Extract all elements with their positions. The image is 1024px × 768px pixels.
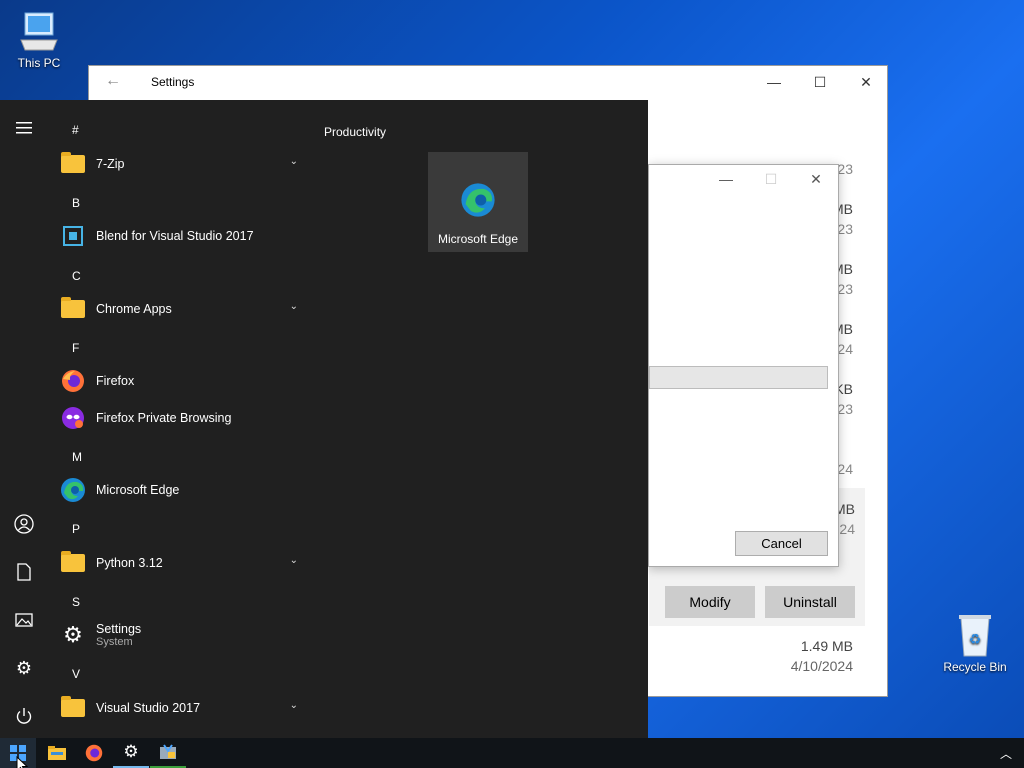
dialog-close-button[interactable]: ✕ bbox=[793, 167, 839, 191]
firefox-private-icon bbox=[60, 405, 86, 431]
progress-bar bbox=[649, 366, 828, 389]
app-settings[interactable]: ⚙ Settings System bbox=[60, 617, 310, 653]
cancel-button[interactable]: Cancel bbox=[735, 531, 828, 556]
menu-hamburger-button[interactable] bbox=[8, 112, 40, 144]
list-value: 24 bbox=[837, 341, 853, 357]
pictures-button[interactable] bbox=[8, 604, 40, 636]
uninstall-dialog: — ☐ ✕ Cancel bbox=[648, 164, 839, 567]
app-7zip[interactable]: 7-Zip ⌄ bbox=[60, 146, 310, 182]
blend-icon bbox=[60, 223, 86, 249]
dialog-minimize-button[interactable]: — bbox=[703, 167, 749, 191]
folder-icon bbox=[61, 297, 85, 318]
app-python[interactable]: Python 3.12 ⌄ bbox=[60, 545, 310, 581]
list-value: 24 bbox=[839, 521, 855, 537]
recycle-bin-desktop-icon[interactable]: ♻ Recycle Bin bbox=[937, 612, 1013, 674]
user-icon bbox=[14, 514, 34, 534]
chevron-up-icon: ︿ bbox=[999, 746, 1012, 761]
app-chrome-apps[interactable]: Chrome Apps ⌄ bbox=[60, 291, 310, 327]
show-hidden-icons-button[interactable]: ︿ bbox=[988, 738, 1024, 768]
letter-header-hash[interactable]: # bbox=[72, 123, 79, 137]
folder-icon bbox=[61, 152, 85, 173]
edge-tile-label: Microsoft Edge bbox=[437, 232, 519, 246]
hamburger-icon bbox=[16, 122, 32, 134]
minimize-button[interactable]: — bbox=[751, 70, 797, 94]
tile-group-title: Productivity bbox=[324, 125, 387, 139]
installer-icon bbox=[160, 744, 176, 759]
gear-icon: ⚙ bbox=[123, 742, 139, 761]
app-visual-studio[interactable]: Visual Studio 2017 ⌄ bbox=[60, 690, 310, 726]
this-pc-label: This PC bbox=[17, 56, 61, 70]
svg-text:♻: ♻ bbox=[969, 632, 982, 648]
app-blend[interactable]: Blend for Visual Studio 2017 bbox=[60, 218, 310, 254]
list-value: 24 bbox=[837, 461, 853, 477]
chevron-down-icon: ⌄ bbox=[289, 156, 298, 167]
close-button[interactable]: ✕ bbox=[843, 70, 889, 94]
power-icon bbox=[16, 708, 32, 724]
edge-tile[interactable]: Microsoft Edge bbox=[428, 152, 528, 252]
taskbar-firefox[interactable] bbox=[76, 738, 112, 768]
computer-icon bbox=[20, 12, 58, 51]
app-size: 1.49 MB bbox=[800, 638, 853, 654]
settings-window-title: Settings bbox=[151, 75, 195, 89]
uninstall-button[interactable]: Uninstall bbox=[765, 586, 855, 618]
edge-icon bbox=[60, 477, 86, 503]
letter-header-f[interactable]: F bbox=[72, 341, 79, 355]
app-microsoft-edge[interactable]: Microsoft Edge bbox=[60, 472, 310, 508]
taskbar-installer[interactable] bbox=[150, 738, 186, 768]
list-value: 23 bbox=[837, 401, 853, 417]
documents-button[interactable] bbox=[8, 556, 40, 588]
taskbar-file-explorer[interactable] bbox=[39, 738, 75, 768]
taskbar: ⚙ ︿ bbox=[0, 738, 1024, 768]
settings-app-label: Settings bbox=[96, 622, 142, 636]
letter-header-m[interactable]: M bbox=[72, 450, 82, 464]
account-button[interactable] bbox=[8, 508, 40, 540]
settings-titlebar[interactable]: ← Settings — ☐ ✕ bbox=[89, 66, 887, 98]
edge-icon bbox=[461, 183, 495, 217]
letter-header-c[interactable]: C bbox=[72, 269, 81, 283]
letter-header-p[interactable]: P bbox=[72, 522, 80, 536]
document-icon bbox=[17, 563, 31, 581]
maximize-button[interactable]: ☐ bbox=[797, 70, 843, 94]
this-pc-desktop-icon[interactable]: This PC bbox=[1, 10, 77, 70]
picture-icon bbox=[15, 613, 33, 627]
letter-header-b[interactable]: B bbox=[72, 196, 80, 210]
gear-icon: ⚙ bbox=[63, 622, 83, 647]
firefox-icon bbox=[60, 368, 86, 394]
recycle-bin-icon: ♻ bbox=[959, 615, 991, 657]
mouse-cursor-icon bbox=[16, 756, 28, 768]
modify-button[interactable]: Modify bbox=[665, 586, 755, 618]
letter-header-v[interactable]: V bbox=[72, 667, 80, 681]
list-value: 23 bbox=[837, 221, 853, 237]
settings-rail-button[interactable]: ⚙ bbox=[8, 652, 40, 684]
taskbar-settings[interactable]: ⚙ bbox=[113, 738, 149, 768]
recycle-bin-label: Recycle Bin bbox=[943, 660, 1007, 674]
back-arrow-icon[interactable]: ← bbox=[105, 72, 121, 90]
start-menu: ⚙ # 7-Zip ⌄ B Blend for Visual Studio 20… bbox=[0, 100, 648, 738]
power-button[interactable] bbox=[8, 700, 40, 732]
chevron-down-icon: ⌄ bbox=[289, 555, 298, 566]
dialog-maximize-button: ☐ bbox=[764, 171, 778, 187]
letter-header-s[interactable]: S bbox=[72, 595, 80, 609]
folder-icon bbox=[61, 551, 85, 572]
chevron-down-icon: ⌄ bbox=[289, 301, 298, 312]
app-date: 4/10/2024 bbox=[790, 658, 853, 674]
folder-icon bbox=[61, 696, 85, 717]
firefox-icon bbox=[85, 744, 103, 762]
gear-icon: ⚙ bbox=[15, 657, 33, 678]
app-firefox-private[interactable]: Firefox Private Browsing bbox=[60, 400, 310, 436]
list-value: 23 bbox=[837, 281, 853, 297]
app-firefox[interactable]: Firefox bbox=[60, 363, 310, 399]
chevron-down-icon: ⌄ bbox=[289, 700, 298, 711]
settings-app-subtitle: System bbox=[96, 636, 133, 648]
file-explorer-icon bbox=[48, 746, 66, 760]
start-rail: ⚙ bbox=[0, 100, 48, 738]
